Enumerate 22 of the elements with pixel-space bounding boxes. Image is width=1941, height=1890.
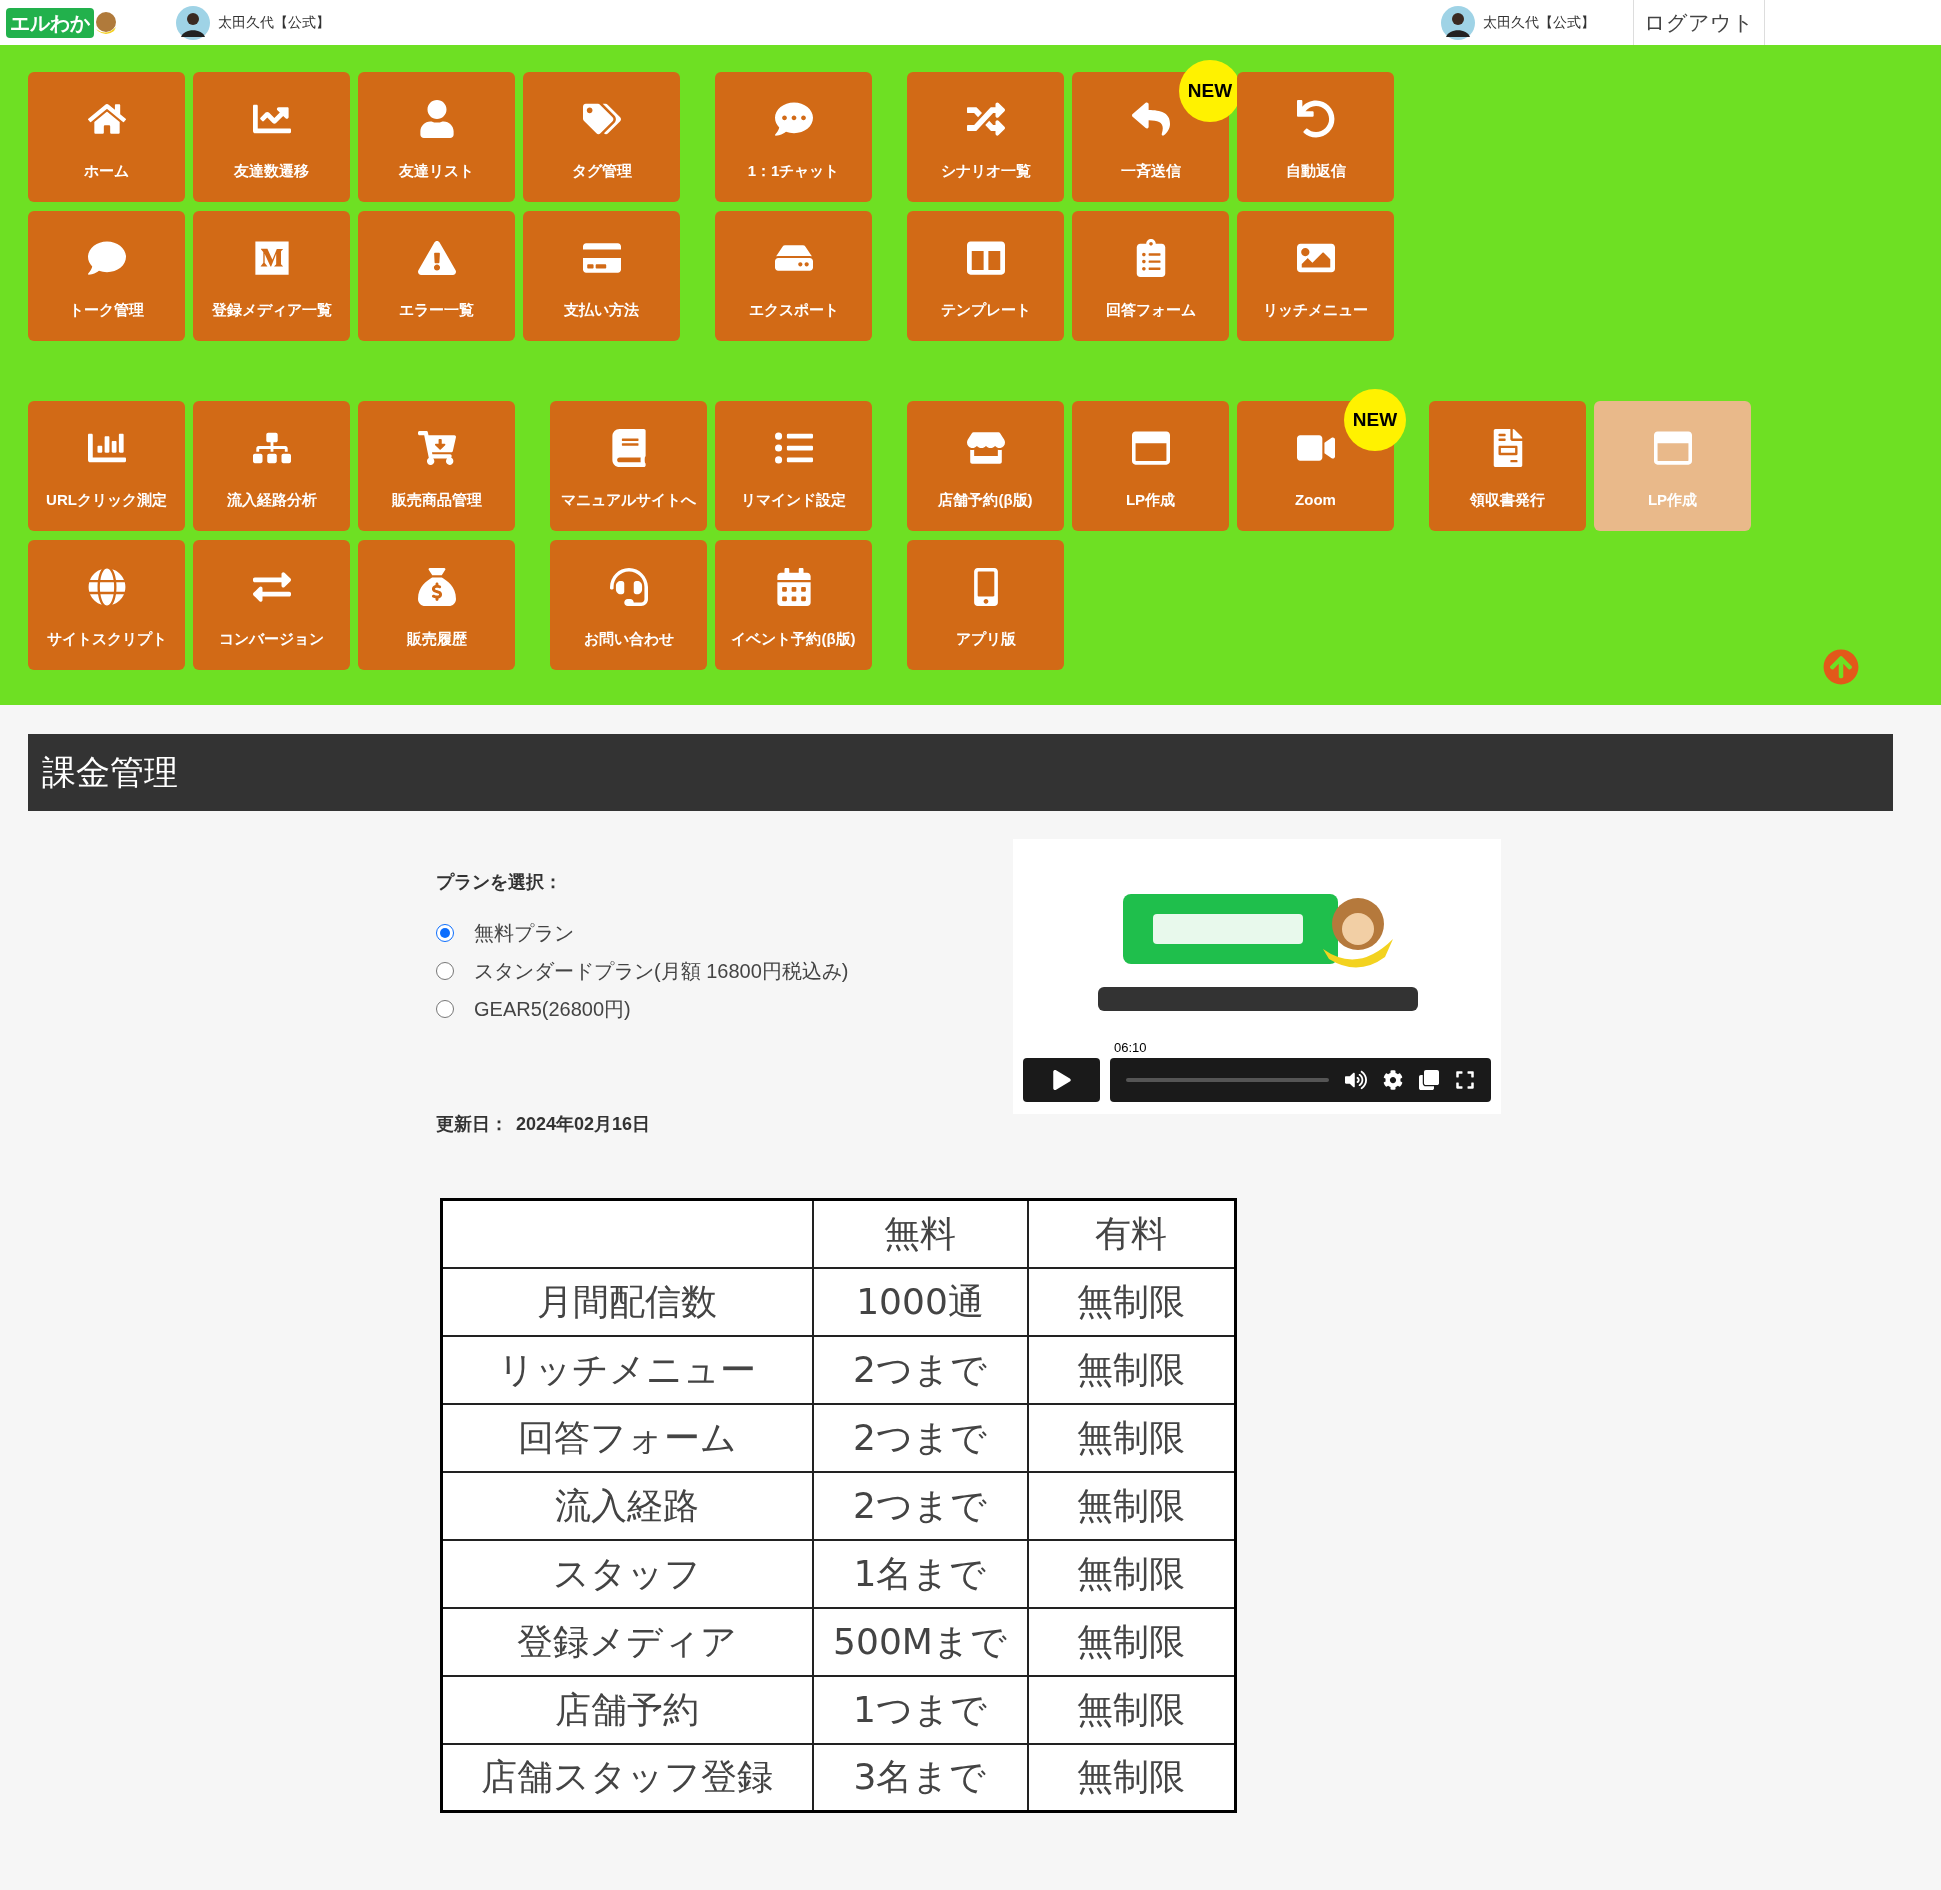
plan-heading: プランを選択： (436, 871, 563, 894)
table-cell: 2つまで (812, 1471, 1028, 1540)
row-header: 登録メディア (441, 1607, 813, 1676)
row-header: リッチメニュー (441, 1335, 813, 1404)
column-header: 無料 (812, 1199, 1028, 1268)
table-cell: 2つまで (812, 1335, 1028, 1404)
table-cell: 2つまで (812, 1403, 1028, 1472)
user-name: 太田久代【公式】 (218, 13, 330, 32)
table-cell: 1000通 (812, 1267, 1028, 1336)
page-title: 課金管理 (42, 752, 178, 793)
row-header: スタッフ (441, 1539, 813, 1608)
row-header: 店舗予約 (441, 1675, 813, 1744)
updated-date: 2024年02月16日 (516, 1113, 651, 1136)
row-header: 流入経路 (441, 1471, 813, 1540)
user-name: 太田久代【公式】 (1483, 13, 1595, 32)
table-cell: 1つまで (812, 1675, 1028, 1744)
new-badge-overlay: NEW (1344, 389, 1406, 451)
table-cell: 500Mまで (812, 1607, 1028, 1676)
table-cell: 1名まで (812, 1539, 1028, 1608)
updated-label: 更新日： (436, 1113, 508, 1136)
row-header: 月間配信数 (441, 1267, 813, 1336)
row-header: 回答フォーム (441, 1403, 813, 1472)
